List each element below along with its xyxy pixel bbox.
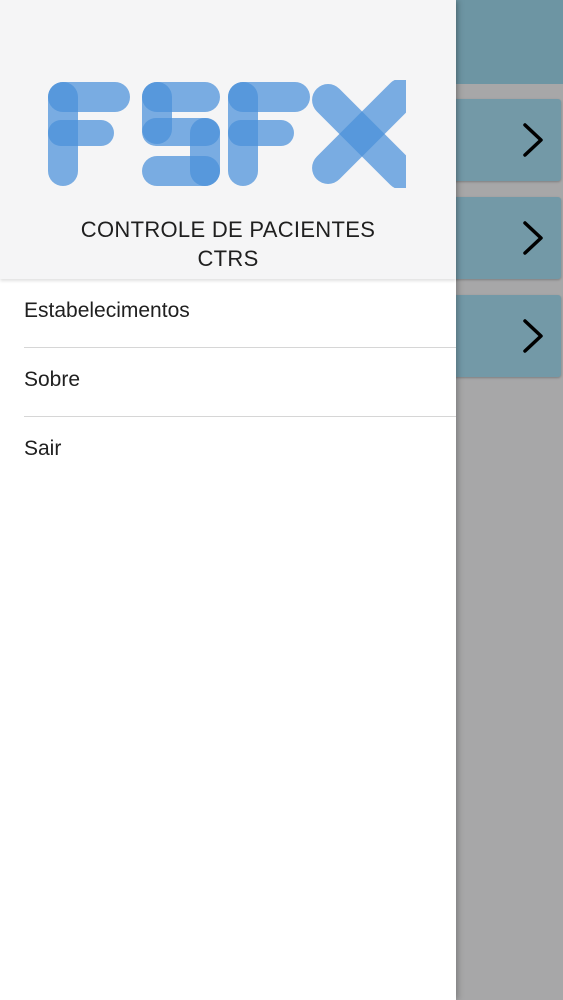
list-item[interactable] [440,197,561,279]
app-subtitle: CTRS [197,246,259,271]
menu-item-label: Sobre [24,368,81,391]
list-item[interactable] [440,295,561,377]
chevron-right-icon [523,319,543,353]
drawer-menu: Estabelecimentos Sobre Sair [0,279,456,485]
navigation-drawer: CONTROLE DE PACIENTES CTRS Estabelecimen… [0,0,456,1000]
menu-item-sobre[interactable]: Sobre [24,348,456,417]
fsfx-logo [48,80,406,188]
drawer-header: CONTROLE DE PACIENTES CTRS [0,0,456,279]
app-title: CONTROLE DE PACIENTES [80,217,376,242]
list-item[interactable] [440,99,561,181]
chevron-right-icon [523,221,543,255]
menu-item-sair[interactable]: Sair [24,417,456,485]
menu-item-label: Sair [24,437,62,460]
menu-item-label: Estabelecimentos [24,299,190,322]
menu-item-estabelecimentos[interactable]: Estabelecimentos [24,279,456,348]
chevron-right-icon [523,123,543,157]
